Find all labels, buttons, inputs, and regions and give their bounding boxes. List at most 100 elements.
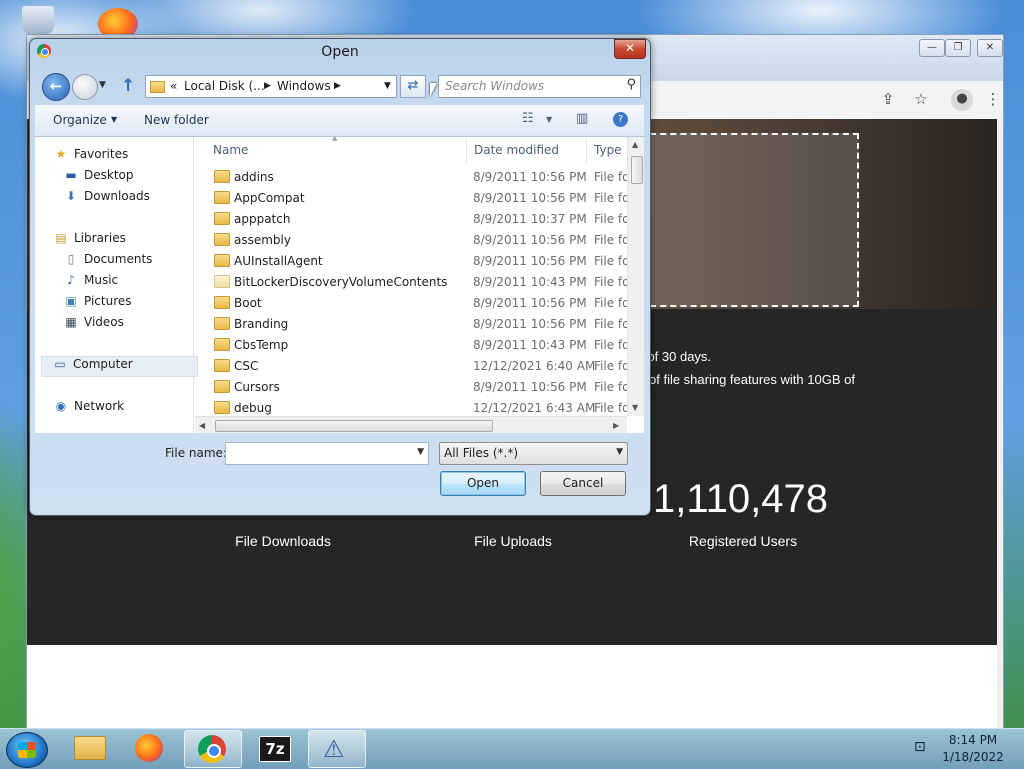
stat-label-file-uploads: File Uploads — [474, 533, 552, 549]
file-row[interactable]: AppCompat 8/9/2011 10:56 PM File fol — [195, 188, 633, 209]
vertical-scroll-thumb[interactable] — [631, 156, 643, 184]
file-name: apppatch — [234, 212, 291, 226]
file-list-vertical-scrollbar[interactable]: ▲ ▼ — [627, 137, 644, 416]
scroll-up-arrow-icon[interactable]: ▲ — [632, 140, 638, 149]
taskbar-app-button[interactable]: ⚠ — [308, 730, 366, 768]
column-separator[interactable] — [466, 139, 467, 163]
file-row[interactable]: Boot 8/9/2011 10:56 PM File fol — [195, 293, 633, 314]
recent-locations-dropdown-icon[interactable]: ▼ — [99, 80, 106, 90]
filter-dropdown-icon[interactable]: ▼ — [616, 447, 623, 457]
cancel-button[interactable]: Cancel — [540, 471, 626, 496]
file-row[interactable]: addins 8/9/2011 10:56 PM File fol — [195, 167, 633, 188]
column-separator[interactable] — [586, 139, 587, 163]
file-name: AppCompat — [234, 191, 305, 205]
star-icon: ★ — [55, 147, 67, 161]
taskbar-explorer-button[interactable] — [62, 730, 118, 766]
nav-label: Favorites — [74, 147, 129, 161]
scroll-left-arrow-icon[interactable]: ◀ — [199, 421, 205, 430]
file-row[interactable]: Branding 8/9/2011 10:56 PM File fol — [195, 314, 633, 335]
preview-pane-icon[interactable]: ▥ — [576, 111, 588, 126]
page-footer-area — [27, 645, 997, 729]
scroll-right-arrow-icon[interactable]: ▶ — [613, 421, 619, 430]
profile-avatar-icon[interactable]: ● — [951, 89, 973, 111]
view-dropdown-icon[interactable]: ▼ — [546, 115, 552, 124]
file-row[interactable]: BitLockerDiscoveryVolumeContents 8/9/2011… — [195, 272, 633, 293]
command-bar: Organize ▼ New folder ☷ ▼ ▥ ? — [35, 105, 644, 137]
file-row[interactable]: Cursors 8/9/2011 10:56 PM File fol — [195, 377, 633, 398]
network-tray-icon[interactable]: ⊡ — [914, 739, 926, 755]
minimize-icon[interactable]: — — [919, 39, 945, 57]
maximize-icon[interactable]: ❐ — [945, 39, 971, 57]
nav-computer[interactable]: ▭ Computer — [41, 356, 198, 377]
taskbar-7zip-button[interactable]: 7z — [246, 730, 302, 766]
nav-favorites[interactable]: ★ Favorites — [53, 147, 129, 166]
clock-date[interactable]: 1/18/2022 — [938, 750, 1008, 764]
browser-scrollbar[interactable] — [997, 119, 1003, 729]
column-header-name[interactable]: Name — [213, 143, 248, 157]
start-button[interactable] — [6, 732, 48, 768]
breadcrumb-chevron-icon[interactable]: ▶ — [264, 81, 271, 91]
share-icon[interactable]: ⇪ — [878, 89, 898, 109]
new-folder-button[interactable]: New folder — [144, 113, 209, 127]
nav-libraries[interactable]: ▤ Libraries — [53, 231, 126, 250]
nav-downloads[interactable]: ⬇ Downloads — [63, 189, 150, 208]
search-icon[interactable]: ⚲ — [626, 77, 636, 92]
stat-label-file-downloads: File Downloads — [235, 533, 331, 549]
search-input[interactable]: Search Windows ⚲ — [438, 75, 641, 98]
file-row[interactable]: CbsTemp 8/9/2011 10:43 PM File fol — [195, 335, 633, 356]
forward-arrow-icon[interactable] — [72, 74, 98, 100]
nav-music[interactable]: ♪ Music — [63, 273, 118, 292]
address-segment-windows[interactable]: Windows — [277, 79, 331, 93]
clock-time[interactable]: 8:14 PM — [938, 733, 1008, 747]
view-options-icon[interactable]: ☷ — [522, 111, 534, 126]
search-placeholder: Search Windows — [445, 79, 545, 93]
nav-documents[interactable]: ▯ Documents — [63, 252, 153, 271]
file-name-dropdown-icon[interactable]: ▼ — [417, 447, 424, 457]
mouse-cursor-icon — [430, 83, 437, 97]
file-row[interactable]: AUInstallAgent 8/9/2011 10:56 PM File fol — [195, 251, 633, 272]
file-row[interactable]: CSC 12/12/2021 6:40 AM File fol — [195, 356, 633, 377]
file-date: 12/12/2021 6:43 AM — [473, 401, 596, 415]
nav-label: Network — [74, 399, 125, 413]
nav-network[interactable]: ◉ Network — [53, 399, 124, 418]
back-arrow-icon[interactable]: ← — [42, 73, 70, 101]
address-bar[interactable]: « Local Disk (... ▶ Windows ▶ ▼ — [145, 75, 397, 98]
7zip-icon: 7z — [259, 736, 291, 762]
file-row[interactable]: assembly 8/9/2011 10:56 PM File fol — [195, 230, 633, 251]
column-header-date-modified[interactable]: Date modified — [474, 143, 559, 157]
taskbar-firefox-button[interactable] — [122, 730, 178, 766]
file-list-horizontal-scrollbar[interactable]: ◀ ▶ — [195, 416, 627, 433]
file-name: addins — [234, 170, 274, 184]
address-overflow[interactable]: « — [170, 79, 177, 93]
scroll-down-arrow-icon[interactable]: ▼ — [632, 403, 638, 412]
bookmark-star-icon[interactable]: ☆ — [911, 89, 931, 109]
file-type-filter-select[interactable]: All Files (*.*) ▼ — [439, 442, 628, 465]
nav-pictures[interactable]: ▣ Pictures — [63, 294, 131, 313]
column-header-type[interactable]: Type — [594, 143, 622, 157]
dialog-body: ★ Favorites ▬ Desktop ⬇ Downloads ▤ Librarie… — [35, 137, 644, 433]
refresh-icon[interactable]: ⇄ — [400, 75, 426, 98]
folder-icon — [214, 170, 230, 183]
up-arrow-icon[interactable]: ↑ — [121, 76, 135, 96]
dialog-close-button[interactable]: ✕ — [614, 39, 646, 59]
nav-desktop[interactable]: ▬ Desktop — [63, 168, 133, 187]
file-name: Boot — [234, 296, 262, 310]
address-dropdown-icon[interactable]: ▼ — [384, 81, 391, 91]
help-icon[interactable]: ? — [613, 112, 628, 127]
folder-icon — [214, 359, 230, 372]
nav-videos[interactable]: ▦ Videos — [63, 315, 124, 334]
close-icon[interactable]: ✕ — [977, 39, 1003, 57]
organize-dropdown-icon[interactable]: ▼ — [111, 115, 117, 124]
breadcrumb-chevron-icon[interactable]: ▶ — [334, 81, 341, 91]
menu-kebab-icon[interactable]: ⋮ — [983, 89, 1003, 109]
horizontal-scroll-thumb[interactable] — [215, 420, 493, 432]
taskbar-chrome-button[interactable] — [184, 730, 242, 768]
file-explorer-icon — [74, 736, 106, 760]
file-row[interactable]: apppatch 8/9/2011 10:37 PM File fol — [195, 209, 633, 230]
file-name-input[interactable]: ▼ — [225, 442, 429, 465]
file-name-label: File name: — [165, 446, 227, 460]
open-button[interactable]: Open — [440, 471, 526, 496]
recycle-bin-icon[interactable] — [22, 6, 54, 34]
organize-button[interactable]: Organize — [53, 113, 107, 127]
address-segment-local-disk[interactable]: Local Disk (... — [184, 79, 265, 93]
